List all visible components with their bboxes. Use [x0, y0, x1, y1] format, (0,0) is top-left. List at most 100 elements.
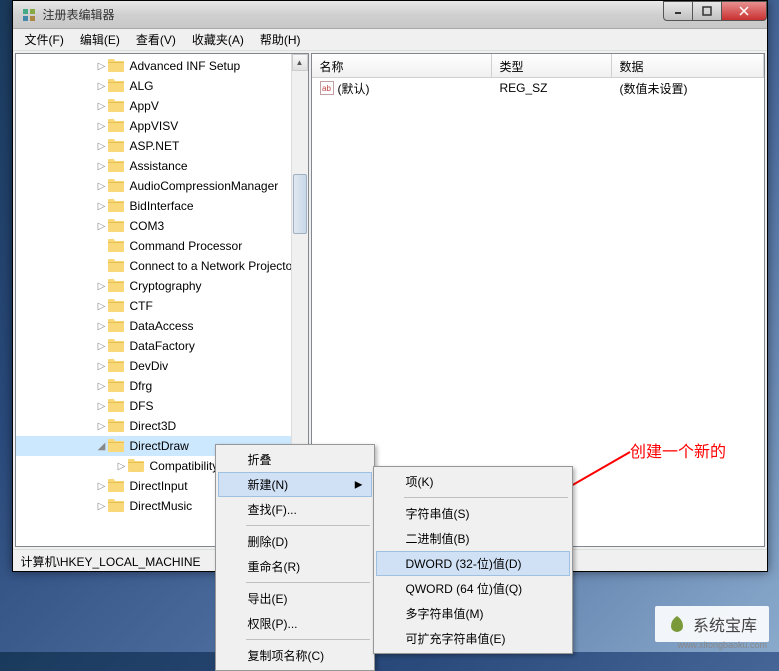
tree-node-advanced-inf-setup[interactable]: ▷ Advanced INF Setup — [16, 56, 308, 76]
ctx-item[interactable]: 新建(N)▶ — [218, 472, 372, 497]
maximize-button[interactable] — [692, 1, 722, 21]
tree-label: Command Processor — [130, 239, 243, 253]
tree-node-alg[interactable]: ▷ALG — [16, 76, 308, 96]
tree-label: AudioCompressionManager — [130, 179, 279, 193]
col-type[interactable]: 类型 — [492, 54, 612, 77]
expand-icon[interactable]: ▷ — [96, 181, 108, 192]
expand-icon[interactable]: ▷ — [96, 101, 108, 112]
tree-label: BidInterface — [130, 199, 194, 213]
expand-icon[interactable]: ▷ — [96, 341, 108, 352]
folder-icon — [108, 339, 126, 353]
expand-icon[interactable]: ▷ — [96, 61, 108, 72]
tree-label: Advanced INF Setup — [130, 59, 241, 73]
tree-node-cryptography[interactable]: ▷Cryptography — [16, 276, 308, 296]
tree-node-connect-to-a-network-projector[interactable]: Connect to a Network Projector — [16, 256, 308, 276]
ctx-item[interactable]: 删除(D) — [218, 529, 372, 554]
scroll-thumb[interactable] — [293, 174, 307, 234]
folder-icon — [108, 99, 126, 113]
tree-node-direct3d[interactable]: ▷Direct3D — [16, 416, 308, 436]
window-title: 注册表编辑器 — [43, 6, 664, 23]
menu-file[interactable]: 文件(F) — [17, 29, 72, 50]
col-name[interactable]: 名称 — [312, 54, 492, 77]
expand-icon[interactable]: ▷ — [96, 121, 108, 132]
expand-icon[interactable]: ▷ — [116, 461, 128, 472]
string-value-icon: ab — [320, 81, 334, 95]
tree-node-dfs[interactable]: ▷DFS — [16, 396, 308, 416]
ctx-item[interactable]: 复制项名称(C) — [218, 643, 372, 668]
tree-node-ctf[interactable]: ▷ CTF — [16, 296, 308, 316]
menu-separator — [246, 582, 370, 583]
folder-icon — [108, 499, 126, 513]
ctx-item[interactable]: 折叠 — [218, 447, 372, 472]
tree-node-dataaccess[interactable]: ▷DataAccess — [16, 316, 308, 336]
tree-node-appvisv[interactable]: ▷AppVISV — [16, 116, 308, 136]
menu-edit[interactable]: 编辑(E) — [72, 29, 128, 50]
tree-node-devdiv[interactable]: ▷ DevDiv — [16, 356, 308, 376]
ctx-item[interactable]: 查找(F)... — [218, 497, 372, 522]
folder-icon — [128, 459, 146, 473]
submenu-item[interactable]: 项(K) — [376, 469, 570, 494]
folder-icon — [108, 179, 126, 193]
expand-icon[interactable]: ▷ — [96, 221, 108, 232]
expand-icon[interactable]: ▷ — [96, 141, 108, 152]
tree-node-command-processor[interactable]: Command Processor — [16, 236, 308, 256]
tree-label: CTF — [130, 299, 153, 313]
titlebar[interactable]: 注册表编辑器 — [13, 1, 767, 29]
tree-node-com3[interactable]: ▷COM3 — [16, 216, 308, 236]
tree-node-datafactory[interactable]: ▷DataFactory — [16, 336, 308, 356]
tree-label: Dfrg — [130, 379, 153, 393]
tree-node-asp-net[interactable]: ▷ASP.NET — [16, 136, 308, 156]
folder-icon — [108, 239, 126, 253]
submenu-item[interactable]: 二进制值(B) — [376, 526, 570, 551]
expand-icon[interactable]: ▷ — [96, 281, 108, 292]
tree-label: DirectMusic — [130, 499, 193, 513]
context-menu: 折叠新建(N)▶查找(F)... 删除(D)重命名(R) 导出(E)权限(P)...… — [215, 444, 375, 671]
submenu-item[interactable]: 可扩充字符串值(E) — [376, 626, 570, 651]
expand-icon[interactable]: ▷ — [96, 361, 108, 372]
close-button[interactable] — [721, 1, 767, 21]
value-name: (默认) — [338, 80, 370, 97]
scroll-up-button[interactable]: ▲ — [292, 54, 308, 71]
cell-data: (数值未设置) — [612, 78, 764, 99]
folder-icon — [108, 479, 126, 493]
expand-icon[interactable]: ▷ — [96, 161, 108, 172]
expand-icon[interactable]: ▷ — [96, 501, 108, 512]
submenu-item[interactable]: DWORD (32-位)值(D) — [376, 551, 570, 576]
tree-label: DevDiv — [130, 359, 169, 373]
folder-icon — [108, 379, 126, 393]
cell-type: REG_SZ — [492, 79, 612, 97]
menu-view[interactable]: 查看(V) — [128, 29, 184, 50]
tree-node-assistance[interactable]: ▷ Assistance — [16, 156, 308, 176]
submenu-item[interactable]: 字符串值(S) — [376, 501, 570, 526]
tree-node-dfrg[interactable]: ▷ Dfrg — [16, 376, 308, 396]
expand-icon[interactable]: ▷ — [96, 301, 108, 312]
ctx-item[interactable]: 权限(P)... — [218, 611, 372, 636]
expand-icon[interactable]: ▷ — [96, 401, 108, 412]
list-header: 名称 类型 数据 — [312, 54, 764, 78]
col-data[interactable]: 数据 — [612, 54, 764, 77]
tree-label: Assistance — [130, 159, 188, 173]
registry-editor-window: 注册表编辑器 文件(F) 编辑(E) 查看(V) 收藏夹(A) 帮助(H) ▷A… — [12, 0, 768, 572]
menu-help[interactable]: 帮助(H) — [252, 29, 309, 50]
expand-icon[interactable]: ▷ — [96, 381, 108, 392]
tree-node-appv[interactable]: ▷AppV — [16, 96, 308, 116]
expand-icon[interactable]: ◢ — [96, 441, 108, 452]
tree-node-audiocompressionmanager[interactable]: ▷ AudioCompressionManager — [16, 176, 308, 196]
folder-icon — [108, 139, 126, 153]
minimize-button[interactable] — [663, 1, 693, 21]
tree-label: DirectInput — [130, 479, 188, 493]
expand-icon[interactable]: ▷ — [96, 421, 108, 432]
submenu-item[interactable]: 多字符串值(M) — [376, 601, 570, 626]
submenu-item[interactable]: QWORD (64 位)值(Q) — [376, 576, 570, 601]
tree-node-bidinterface[interactable]: ▷ BidInterface — [16, 196, 308, 216]
list-row[interactable]: ab (默认) REG_SZ (数值未设置) — [312, 78, 764, 98]
ctx-item[interactable]: 重命名(R) — [218, 554, 372, 579]
expand-icon[interactable]: ▷ — [96, 201, 108, 212]
expand-icon[interactable]: ▷ — [96, 321, 108, 332]
submenu-arrow-icon: ▶ — [355, 479, 363, 490]
expand-icon[interactable]: ▷ — [96, 81, 108, 92]
ctx-item[interactable]: 导出(E) — [218, 586, 372, 611]
watermark-url: www.xitongbaoku.com — [677, 640, 767, 650]
menu-favorites[interactable]: 收藏夹(A) — [184, 29, 252, 50]
expand-icon[interactable]: ▷ — [96, 481, 108, 492]
